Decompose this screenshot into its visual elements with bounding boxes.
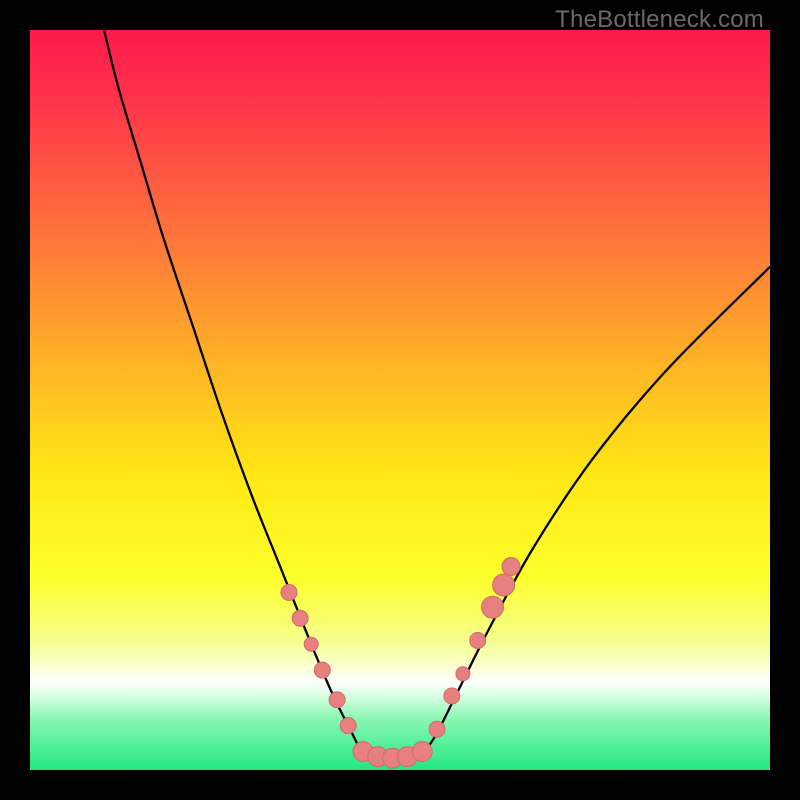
marker-point — [329, 692, 345, 708]
marker-point — [470, 633, 486, 649]
data-markers — [281, 558, 520, 769]
marker-point — [281, 584, 297, 600]
marker-point — [444, 688, 460, 704]
marker-point — [340, 718, 356, 734]
watermark-text: TheBottleneck.com — [555, 6, 764, 34]
marker-point — [292, 610, 308, 626]
marker-point — [304, 637, 318, 651]
marker-point — [482, 596, 504, 618]
marker-point — [429, 721, 445, 737]
plot-area — [30, 30, 770, 770]
chart-svg — [30, 30, 770, 770]
marker-point — [412, 742, 432, 762]
left-curve — [104, 30, 363, 755]
marker-point — [502, 558, 520, 576]
marker-point — [456, 667, 470, 681]
marker-point — [493, 574, 515, 596]
right-curve — [422, 267, 770, 755]
marker-point — [314, 662, 330, 678]
chart-frame: TheBottleneck.com — [0, 0, 800, 800]
